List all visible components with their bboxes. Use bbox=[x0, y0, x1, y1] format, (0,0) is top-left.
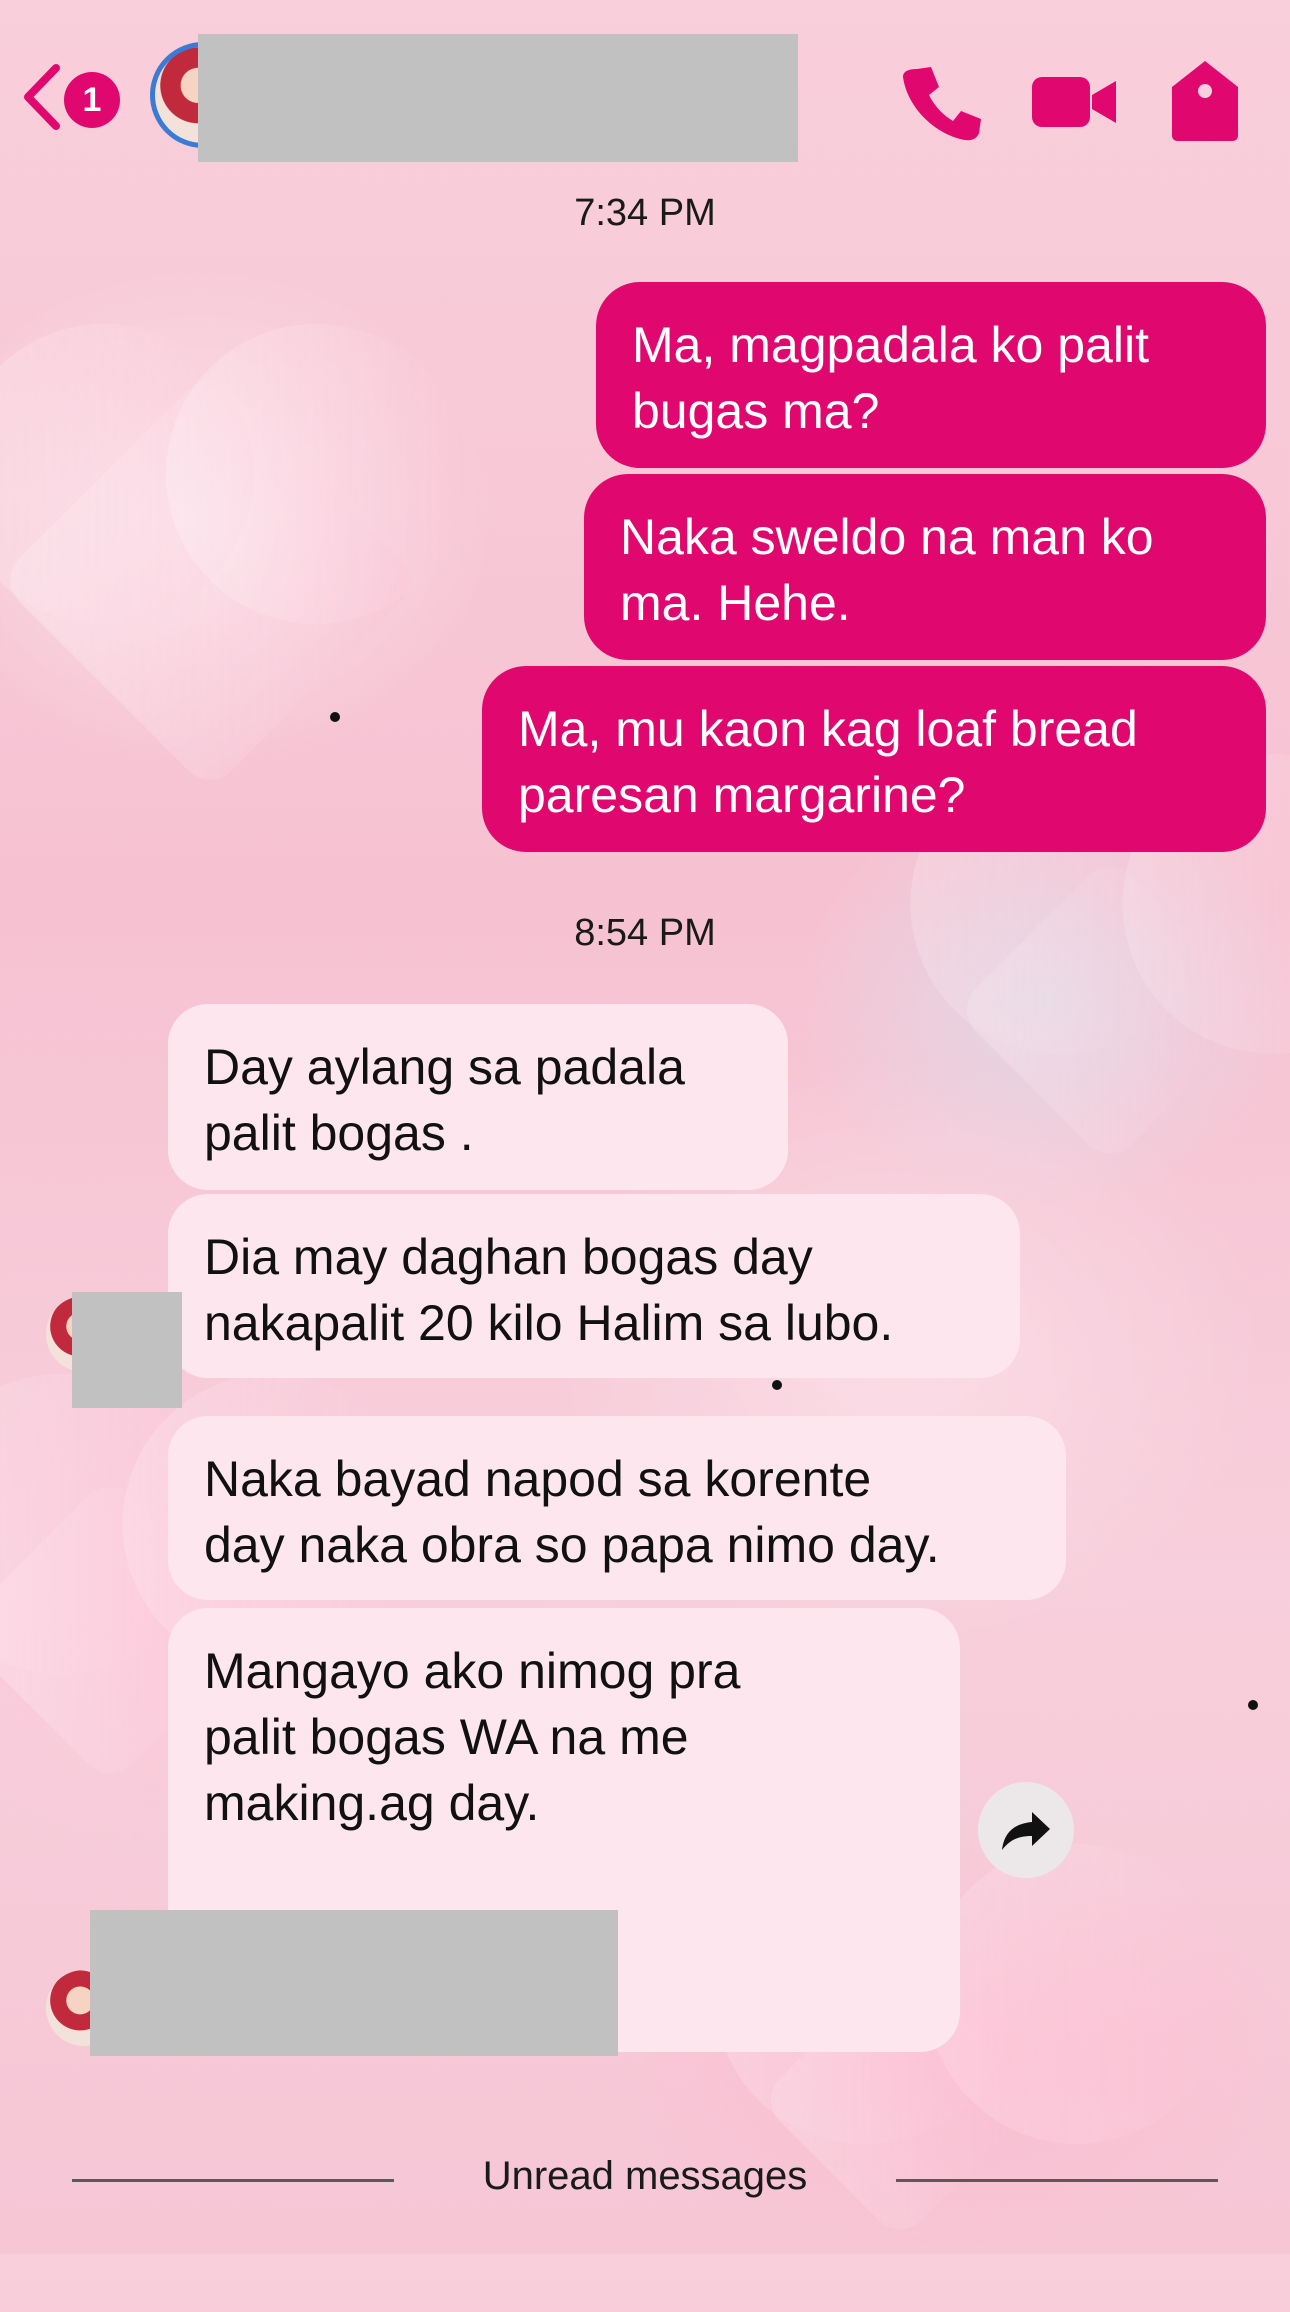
background-heart-decoration bbox=[0, 367, 423, 793]
back-button[interactable]: 1 bbox=[22, 62, 132, 132]
outgoing-message[interactable]: Naka sweldo na man ko ma. Hehe. bbox=[584, 474, 1266, 660]
video-icon[interactable] bbox=[1028, 55, 1118, 145]
message-timestamp: 7:34 PM bbox=[574, 192, 716, 234]
back-chevron-icon bbox=[24, 64, 60, 130]
background-sparkle-dot bbox=[1248, 1700, 1258, 1710]
forward-button[interactable] bbox=[978, 1782, 1074, 1878]
incoming-message[interactable]: Dia may daghan bogas day nakapalit 20 ki… bbox=[168, 1194, 1020, 1378]
phone-icon[interactable] bbox=[895, 55, 985, 145]
outgoing-message[interactable]: Ma, magpadala ko palit bugas ma? bbox=[596, 282, 1266, 468]
unread-messages-label: Unread messages bbox=[482, 2154, 808, 2198]
background-sparkle-dot bbox=[330, 712, 340, 722]
background-sparkle-dot bbox=[772, 1380, 782, 1390]
incoming-message[interactable]: Naka bayad napod sa korente day naka obr… bbox=[168, 1416, 1066, 1600]
background-heart-decoration bbox=[954, 854, 1266, 1166]
redacted-region bbox=[72, 1292, 182, 1408]
forward-arrow-icon bbox=[1002, 1812, 1050, 1850]
message-timestamp: 8:54 PM bbox=[574, 912, 716, 954]
unread-count-badge: 1 bbox=[64, 72, 120, 128]
divider-line bbox=[896, 2179, 1218, 2182]
outgoing-message[interactable]: Ma, mu kaon kag loaf bread paresan marga… bbox=[482, 666, 1266, 852]
chat-header: 1 bbox=[0, 0, 1290, 190]
redacted-region bbox=[90, 1910, 618, 2056]
contact-name-redacted[interactable] bbox=[198, 34, 798, 162]
incoming-message[interactable]: Day aylang sa padala palit bogas . bbox=[168, 1004, 788, 1190]
tag-icon[interactable] bbox=[1160, 55, 1250, 145]
